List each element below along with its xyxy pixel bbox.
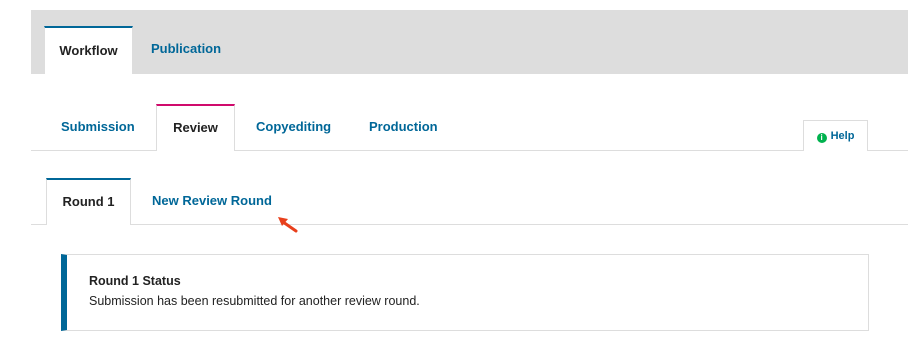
status-message: Submission has been resubmitted for anot… (89, 294, 420, 308)
tab-round-1[interactable]: Round 1 (46, 178, 131, 225)
stage-tabs: Submission Review Copyediting Production (31, 104, 908, 151)
top-tabs: Workflow Publication (31, 26, 908, 74)
info-icon: i (816, 133, 827, 143)
tab-submission[interactable]: Submission (61, 104, 135, 150)
help-button[interactable]: i Help (803, 120, 868, 151)
tab-workflow[interactable]: Workflow (44, 26, 133, 74)
status-title: Round 1 Status (89, 274, 181, 288)
annotation-arrow-icon (278, 217, 298, 233)
review-round-tabs: Round 1 New Review Round (31, 178, 908, 225)
workflow-panel: Submission Review Copyediting Production… (31, 74, 908, 355)
workflow-container: Workflow Publication Submission Review C… (31, 10, 908, 355)
help-label: Help (830, 130, 855, 142)
tab-copyediting[interactable]: Copyediting (256, 104, 331, 150)
tab-review[interactable]: Review (156, 104, 235, 151)
round-status-notice: Round 1 Status Submission has been resub… (61, 254, 869, 331)
tab-production[interactable]: Production (369, 104, 438, 150)
new-review-round-link[interactable]: New Review Round (152, 178, 272, 224)
screen: Workflow Publication Submission Review C… (0, 0, 908, 355)
tab-publication[interactable]: Publication (139, 26, 233, 74)
